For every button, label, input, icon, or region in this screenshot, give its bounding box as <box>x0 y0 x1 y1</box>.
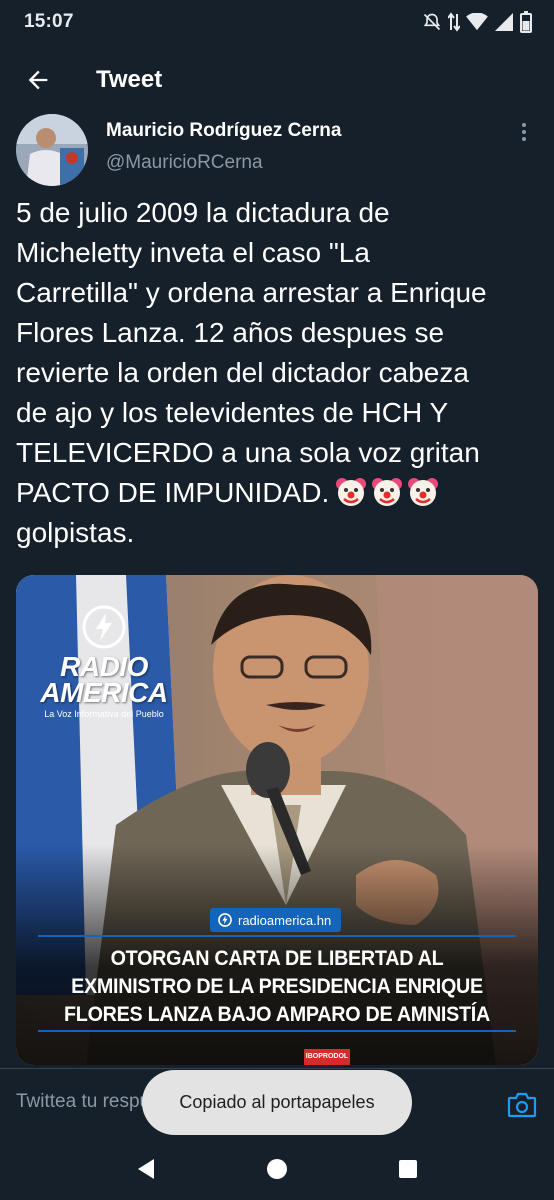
caption-line: FLORES LANZA BAJO AMPARO DE AMNISTÍA <box>64 1003 490 1026</box>
radio-logo-small-icon <box>218 913 232 927</box>
caption-divider <box>38 1030 516 1032</box>
tweet-text-line: de ajo y los televidentes de HCH Y <box>16 397 449 428</box>
news-caption: OTORGAN CARTA DE LIBERTAD AL EXMINISTRO … <box>41 945 513 1029</box>
author-handle[interactable]: @MauricioRCerna <box>106 152 263 174</box>
nav-home-button[interactable] <box>253 1145 301 1193</box>
clown-face-icon <box>372 478 403 506</box>
radio-logo-emblem-icon <box>82 605 126 649</box>
camera-icon <box>507 1092 537 1118</box>
toast-notification: Copiado al portapapeles <box>142 1070 412 1135</box>
logo-line-2: AMERICA <box>40 677 168 708</box>
author-name[interactable]: Mauricio Rodríguez Cerna <box>106 120 341 142</box>
logo-slogan: La Voz Informativa del Pueblo <box>44 709 164 719</box>
toast-message: Copiado al portapapeles <box>179 1092 375 1112</box>
avatar[interactable] <box>16 114 88 186</box>
nav-recents-button[interactable] <box>384 1145 432 1193</box>
back-button[interactable] <box>10 52 66 108</box>
tweet-text-segment: PACTO DE IMPUNIDAD. <box>16 477 330 508</box>
tweet-text: 5 de julio 2009 la dictadura de Michelet… <box>16 193 540 553</box>
data-arrows-icon <box>448 12 460 32</box>
do-not-disturb-icon <box>423 13 441 31</box>
tweet-text-line: TELEVICERDO a una sola voz gritan <box>16 437 480 468</box>
triangle-back-icon <box>137 1159 154 1179</box>
status-bar: 15:07 <box>0 0 554 44</box>
tweet-text-line: revierte la orden del dictador cabeza <box>16 357 469 388</box>
camera-button[interactable] <box>504 1087 540 1123</box>
source-url: radioamerica.hn <box>238 912 332 928</box>
more-vertical-icon <box>522 123 526 141</box>
wifi-icon <box>466 13 488 31</box>
tweet-text-line: Carretilla" y ordena arrestar a Enrique <box>16 277 487 308</box>
square-recents-icon <box>399 1160 418 1178</box>
circle-home-icon <box>266 1159 287 1179</box>
system-nav-bar <box>0 1138 554 1200</box>
sponsor-logo: IBOPRODOL <box>304 1049 350 1065</box>
source-badge: radioamerica.hn <box>210 908 342 932</box>
status-time: 15:07 <box>24 11 74 32</box>
tweet-text-line: Flores Lanza. 12 años despues se <box>16 317 445 348</box>
caption-divider <box>38 935 516 937</box>
radio-america-logo: RADIO AMERICA La Voz Informativa del Pue… <box>34 605 174 719</box>
signal-icon <box>495 13 513 31</box>
caption-line: EXMINISTRO DE LA PRESIDENCIA ENRIQUE <box>71 975 483 998</box>
tweet-text-line: Micheletty inveta el caso "La <box>16 237 370 268</box>
tweet-text-line: 5 de julio 2009 la dictadura de <box>16 197 390 228</box>
emoji-row <box>335 476 439 508</box>
app-header: Tweet <box>0 50 554 110</box>
nav-back-button[interactable] <box>122 1145 170 1193</box>
tweet-text-line: golpistas. <box>16 517 135 548</box>
tweet-author: Mauricio Rodríguez Cerna @MauricioRCerna <box>16 114 538 186</box>
page-title: Tweet <box>96 66 163 93</box>
status-icons <box>422 11 532 33</box>
more-options-button[interactable] <box>510 118 538 146</box>
battery-icon <box>520 11 532 33</box>
arrow-left-icon <box>28 70 48 90</box>
tweet-media-image[interactable]: RADIO AMERICA La Voz Informativa del Pue… <box>16 575 538 1065</box>
tweet-text-line-with-emoji: PACTO DE IMPUNIDAD. <box>16 473 540 513</box>
clown-face-icon <box>408 478 439 506</box>
clown-face-icon <box>336 478 367 506</box>
caption-line: OTORGAN CARTA DE LIBERTAD AL <box>110 947 444 970</box>
